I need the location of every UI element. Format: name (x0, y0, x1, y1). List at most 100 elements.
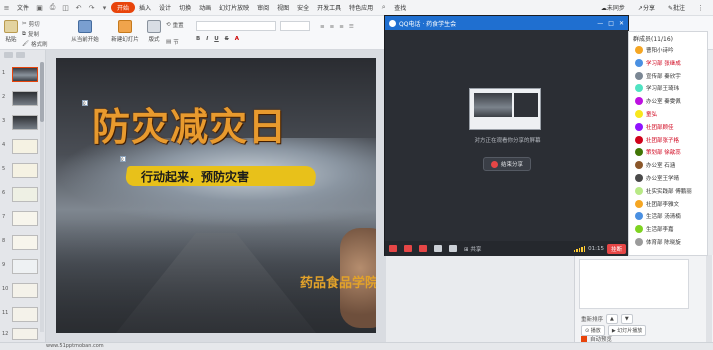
save-icon[interactable]: ▣ (35, 3, 44, 12)
strikethrough-icon[interactable]: S (225, 36, 229, 42)
member-item[interactable]: 学习部 张继成 (635, 58, 681, 67)
member-item[interactable]: 策划部 徐歆蕊 (635, 148, 681, 157)
align-center-icon[interactable]: ≡ (330, 24, 335, 30)
cut-button[interactable]: ✂ 剪切 (22, 20, 40, 28)
camera-icon[interactable] (419, 245, 427, 252)
copy-button[interactable]: ⧉ 复制 (22, 30, 39, 39)
member-item[interactable]: 体育部 陈晓旋 (635, 238, 681, 246)
thumbnail-slide-11[interactable] (12, 307, 38, 322)
move-down-icon[interactable]: ▼ (620, 314, 633, 324)
animation-marker[interactable]: 0 (82, 100, 88, 106)
font-size-field[interactable] (280, 21, 310, 31)
section-button[interactable]: ▤ 节 (166, 38, 179, 46)
font-name-field[interactable] (196, 21, 276, 31)
member-item[interactable]: 曹阳小诗吟 (635, 46, 674, 54)
bullets-icon[interactable]: ☰ (349, 24, 354, 30)
share-button[interactable]: ↗分享 (634, 3, 659, 12)
thumbnail-tab-outline[interactable] (16, 52, 25, 58)
member-item[interactable]: 社实实践部 傅鹏丽 (635, 186, 692, 195)
tab-home[interactable]: 开始 (111, 2, 136, 13)
member-item[interactable]: 办公室 石涵 (635, 161, 675, 170)
preview-icon[interactable]: ◫ (61, 3, 70, 12)
member-item[interactable]: 宣传部 秦欣宇 (635, 71, 681, 80)
maximize-icon[interactable]: □ (608, 20, 614, 27)
member-item[interactable]: 办公室 秦雯佩 (635, 97, 681, 106)
play-from-current-button[interactable]: 从当前开始 (68, 20, 102, 43)
thumbnail-slide-4[interactable] (12, 139, 38, 154)
task-pane-scrollbar[interactable] (706, 255, 712, 342)
bold-icon[interactable]: B (196, 36, 200, 42)
font-color-icon[interactable]: A (235, 36, 239, 42)
animation-list-box[interactable] (579, 259, 689, 309)
member-item[interactable]: 学习部王琦玮 (635, 84, 680, 93)
tab-security[interactable]: 安全 (293, 3, 313, 12)
speaker-icon[interactable] (404, 245, 412, 252)
tab-slideshow[interactable]: 幻灯片放映 (215, 3, 253, 12)
member-name: 学习部王琦玮 (646, 86, 680, 93)
tab-review[interactable]: 审阅 (253, 3, 273, 12)
tab-developer[interactable]: 开发工具 (313, 3, 345, 12)
thumbnail-slide-10[interactable] (12, 283, 38, 298)
thumbnail-slide-2[interactable] (12, 91, 38, 106)
more-icon[interactable]: ⋮ (696, 3, 705, 12)
tab-insert[interactable]: 插入 (135, 3, 155, 12)
search-button[interactable]: 查找 (390, 3, 410, 12)
format-painter-button[interactable]: 🖌 格式刷 (22, 40, 48, 48)
slideshow-button[interactable]: ▶ 幻灯片播放 (607, 325, 647, 336)
slide-author[interactable]: 药品食品学院 孙云莉 (300, 272, 376, 291)
thumbnail-tabs (0, 50, 45, 60)
end-share-button[interactable]: 结束分享 (483, 157, 531, 171)
tab-transition[interactable]: 切换 (175, 3, 195, 12)
paste-button[interactable]: 粘贴 (2, 20, 20, 43)
scrollbar-thumb[interactable] (40, 62, 44, 122)
new-slide-button[interactable]: 新建幻灯片 (108, 20, 142, 43)
close-icon[interactable]: ✕ (619, 20, 624, 27)
reset-button[interactable]: ⟲ 重置 (166, 21, 184, 29)
move-up-icon[interactable]: ▲ (606, 314, 618, 324)
screen-share-icon[interactable] (434, 245, 442, 252)
tab-design[interactable]: 设计 (155, 3, 175, 12)
thumbnail-slide-1[interactable] (12, 67, 38, 82)
thumbnail-tab-slides[interactable] (4, 52, 13, 58)
member-item[interactable]: 生活部李嘉 (635, 225, 674, 234)
thumbnail-slide-8[interactable] (12, 235, 38, 250)
menu-icon[interactable]: ≡ (2, 3, 11, 12)
italic-icon[interactable]: I (206, 36, 208, 42)
chat-icon[interactable] (449, 245, 457, 252)
member-item[interactable]: 社团部李雅文 (635, 199, 679, 208)
thumbnail-slide-5[interactable] (12, 163, 38, 178)
underline-icon[interactable]: U (214, 36, 218, 42)
align-right-icon[interactable]: ≡ (339, 24, 344, 30)
undo-icon[interactable]: ↶ (74, 3, 83, 12)
member-item[interactable]: 办公室王学晴 (635, 174, 679, 182)
thumbnail-scrollbar[interactable] (40, 62, 44, 332)
thumbnail-slide-7[interactable] (12, 211, 38, 226)
thumbnail-slide-9[interactable] (12, 259, 38, 274)
align-left-icon[interactable]: ≡ (320, 24, 325, 30)
menu-file[interactable]: 文件 (13, 3, 33, 12)
dropdown-icon[interactable]: ▾ (100, 3, 109, 12)
member-item[interactable]: 社团部张子格 (635, 135, 679, 144)
redo-icon[interactable]: ↷ (87, 3, 96, 12)
member-item[interactable]: 社团部顾佳 (635, 122, 674, 131)
slide-title[interactable]: 防灾减灾日 (92, 96, 287, 151)
minimize-icon[interactable]: — (597, 20, 603, 27)
thumbnail-slide-12[interactable] (12, 328, 38, 340)
share-tool[interactable]: ⊞ 共享 (464, 245, 481, 253)
animation-marker[interactable]: 0 (120, 156, 126, 162)
layout-button[interactable]: 版式 (145, 20, 163, 43)
member-item[interactable]: 生活部 汤清楠 (635, 212, 681, 221)
sync-status[interactable]: ☁未同步 (597, 3, 629, 12)
tab-animation[interactable]: 动画 (195, 3, 215, 12)
slide-slogan[interactable]: 行动起来，预防灾害 (141, 168, 249, 185)
print-icon[interactable]: ⎙ (48, 3, 57, 12)
tab-features[interactable]: 特色应用 (345, 3, 377, 12)
tab-view[interactable]: 视图 (273, 3, 293, 12)
current-slide[interactable]: 防灾减灾日 行动起来，预防灾害 药品食品学院 孙云莉 0 0 (56, 58, 376, 333)
hangup-button[interactable]: 挂断 (606, 243, 626, 254)
mic-icon[interactable] (389, 245, 397, 252)
thumbnail-slide-6[interactable] (12, 187, 38, 202)
member-item[interactable]: 童弘 (635, 110, 657, 118)
comment-button[interactable]: ✎批注 (664, 3, 689, 12)
thumbnail-slide-3[interactable] (12, 115, 38, 130)
